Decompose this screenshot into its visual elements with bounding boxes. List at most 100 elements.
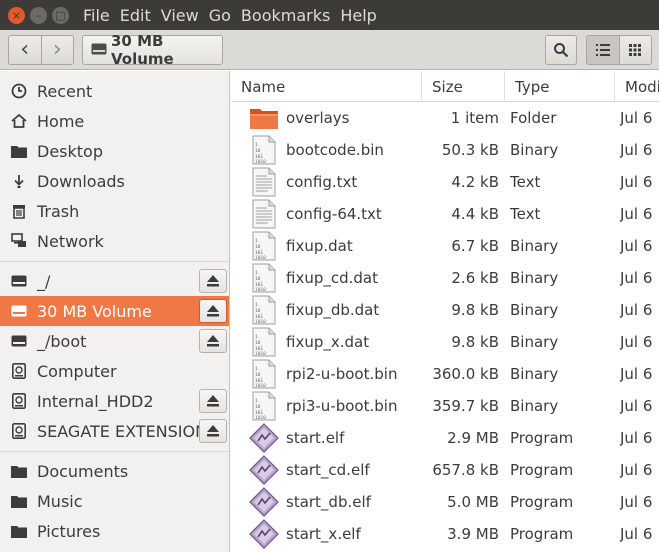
maximize-window-button[interactable]: □ <box>52 6 69 24</box>
file-size: 5.0 MB <box>447 493 499 511</box>
column-header-modified[interactable]: Modifi <box>615 71 659 102</box>
svg-text:1010: 1010 <box>255 255 266 261</box>
file-row[interactable]: 1 10 101 1010 rpi2-u-boot.bin 360.0 kB Binary J… <box>231 358 659 390</box>
file-size: 6.7 kB <box>451 237 499 255</box>
file-type: Folder <box>510 109 557 127</box>
sidebar-item-30mb-volume[interactable]: 30 MB Volume <box>0 296 229 326</box>
column-header-size[interactable]: Size <box>422 71 505 102</box>
file-row[interactable]: overlays 1 item Folder Jul 6 <box>231 102 659 134</box>
program-icon <box>247 486 281 518</box>
svg-text:1010: 1010 <box>255 383 266 389</box>
eject-button[interactable] <box>199 269 227 293</box>
sidebar-item-pictures[interactable]: Pictures <box>0 516 229 546</box>
file-row[interactable]: 1 10 101 1010 fixup_cd.dat 2.6 kB Binary Jul 6 <box>231 262 659 294</box>
harddisk-icon <box>10 362 28 380</box>
file-row[interactable]: start_cd.elf 657.8 kB Program Jul 6 <box>231 454 659 486</box>
sidebar-item-music[interactable]: Music <box>0 486 229 516</box>
file-row[interactable]: config.txt 4.2 kB Text Jul 6 <box>231 166 659 198</box>
file-type: Program <box>510 429 574 447</box>
eject-button[interactable] <box>199 389 227 413</box>
file-row[interactable]: 1 10 101 1010 fixup_x.dat 9.8 kB Binary Jul 6 <box>231 326 659 358</box>
sidebar-item-documents[interactable]: Documents <box>0 456 229 486</box>
eject-button[interactable] <box>199 329 227 353</box>
file-modified: Jul 6 <box>620 365 653 383</box>
menu-go[interactable]: Go <box>209 6 231 25</box>
sidebar-item-desktop[interactable]: Desktop <box>0 136 229 166</box>
file-modified: Jul 6 <box>620 205 653 223</box>
sidebar-item-label: Desktop <box>37 141 103 161</box>
file-name: fixup_cd.dat <box>286 269 378 287</box>
sidebar-item-label: Downloads <box>37 171 125 191</box>
file-modified: Jul 6 <box>620 237 653 255</box>
binary-file-icon: 1 10 101 1010 <box>247 230 281 262</box>
file-row[interactable]: start_db.elf 5.0 MB Program Jul 6 <box>231 486 659 518</box>
drive-icon <box>10 272 28 290</box>
view-mode-buttons <box>586 35 652 65</box>
file-size: 9.8 kB <box>451 301 499 319</box>
file-name: bootcode.bin <box>286 141 384 159</box>
binary-file-icon: 1 10 101 1010 <box>247 358 281 390</box>
binary-file-icon: 1 10 101 1010 <box>247 294 281 326</box>
file-name: config-64.txt <box>286 205 382 223</box>
svg-text:1: 1 <box>255 142 258 148</box>
sidebar-item-downloads[interactable]: Downloads <box>0 166 229 196</box>
column-header-name[interactable]: Name <box>231 71 422 102</box>
chevron-left-icon: ‹ <box>20 37 30 62</box>
location-button[interactable]: 30 MB Volume <box>82 32 223 68</box>
search-button[interactable] <box>545 35 577 65</box>
minimize-window-button[interactable]: – <box>30 6 47 24</box>
folder-icon <box>247 102 281 134</box>
sidebar-item-label: Pictures <box>37 521 101 541</box>
sidebar-item-boot-drive[interactable]: _/boot <box>0 326 229 356</box>
sidebar-item-label: _/ <box>37 271 51 291</box>
list-view-button[interactable] <box>587 36 620 64</box>
file-type: Binary <box>510 301 559 319</box>
sidebar-item-home[interactable]: Home <box>0 106 229 136</box>
eject-button[interactable] <box>199 419 227 443</box>
file-row[interactable]: 1 10 101 1010 fixup_db.dat 9.8 kB Binary Jul 6 <box>231 294 659 326</box>
menu-view[interactable]: View <box>161 6 199 25</box>
menu-bookmarks[interactable]: Bookmarks <box>241 6 330 25</box>
file-size: 4.4 kB <box>451 205 499 223</box>
sidebar-item-computer[interactable]: Computer <box>0 356 229 386</box>
sidebar-item-seagate-extension[interactable]: SEAGATE EXTENSION <box>0 416 229 446</box>
file-name: rpi3-u-boot.bin <box>286 397 398 415</box>
svg-text:1: 1 <box>255 398 258 404</box>
file-type: Binary <box>510 333 559 351</box>
svg-text:10: 10 <box>255 148 261 154</box>
file-size: 1 item <box>450 109 499 127</box>
sidebar-item-trash[interactable]: Trash <box>0 196 229 226</box>
file-name: start.elf <box>286 429 345 447</box>
file-name: fixup.dat <box>286 237 353 255</box>
file-row[interactable]: 1 10 101 1010 bootcode.bin 50.3 kB Binary Jul 6 <box>231 134 659 166</box>
sidebar-separator <box>0 451 229 452</box>
sidebar-item-recent[interactable]: Recent <box>0 76 229 106</box>
menu-help[interactable]: Help <box>340 6 376 25</box>
grid-view-button[interactable] <box>619 36 651 64</box>
toolbar: ‹ › 30 MB Volume <box>0 30 659 70</box>
file-size: 2.6 kB <box>451 269 499 287</box>
menu-file[interactable]: File <box>83 6 110 25</box>
close-window-button[interactable]: × <box>8 6 25 24</box>
column-header-type[interactable]: Type <box>505 71 615 102</box>
binary-file-icon: 1 10 101 1010 <box>247 326 281 358</box>
sidebar-item-label: Computer <box>37 361 117 381</box>
file-modified: Jul 6 <box>620 493 653 511</box>
sidebar-item-network[interactable]: Network <box>0 226 229 256</box>
sidebar-item-label: Network <box>37 231 104 251</box>
eject-button[interactable] <box>199 299 227 323</box>
menu-edit[interactable]: Edit <box>120 6 151 25</box>
file-name: rpi2-u-boot.bin <box>286 365 398 383</box>
back-button[interactable]: ‹ <box>9 36 42 64</box>
file-row[interactable]: start.elf 2.9 MB Program Jul 6 <box>231 422 659 454</box>
file-row[interactable]: start_x.elf 3.9 MB Program Jul 6 <box>231 518 659 550</box>
svg-text:1010: 1010 <box>255 351 266 357</box>
file-row[interactable]: config-64.txt 4.4 kB Text Jul 6 <box>231 198 659 230</box>
sidebar-item-internal-hdd2[interactable]: Internal_HDD2 <box>0 386 229 416</box>
sidebar-item-root-drive[interactable]: _/ <box>0 266 229 296</box>
file-row[interactable]: 1 10 101 1010 rpi3-u-boot.bin 359.7 kB Binary J… <box>231 390 659 422</box>
file-modified: Jul 6 <box>620 301 653 319</box>
file-row[interactable]: 1 10 101 1010 fixup.dat 6.7 kB Binary Jul 6 <box>231 230 659 262</box>
file-type: Binary <box>510 269 559 287</box>
forward-button[interactable]: › <box>42 36 74 64</box>
